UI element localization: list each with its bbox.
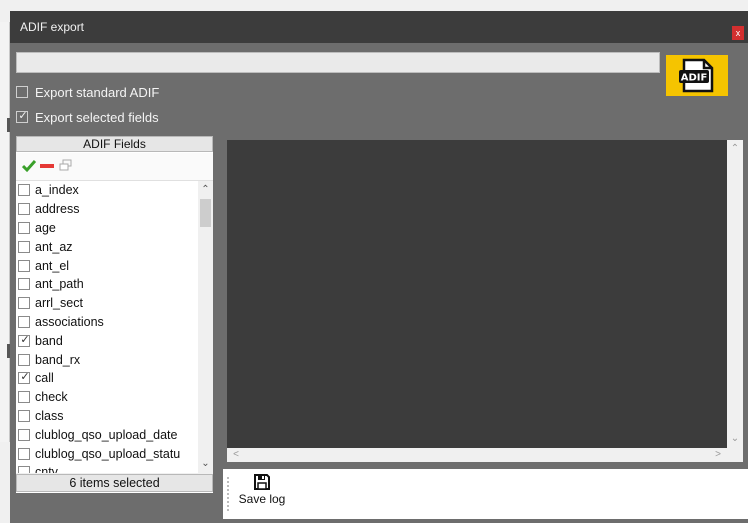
- scroll-thumb[interactable]: [200, 199, 211, 227]
- field-list-item[interactable]: ant_az: [16, 237, 198, 256]
- fields-header: ADIF Fields: [16, 136, 213, 152]
- field-checkbox[interactable]: [18, 447, 30, 460]
- field-checkbox[interactable]: ✓: [18, 371, 30, 385]
- field-checkbox[interactable]: [18, 391, 30, 404]
- window-title: ADIF export: [20, 20, 85, 34]
- fields-list[interactable]: a_indexaddress age ant_az ant_el ant_patharr…: [16, 181, 198, 473]
- field-list-item[interactable]: ✓ band: [16, 331, 198, 350]
- field-list-item[interactable]: age: [16, 219, 198, 238]
- preview-horizontal-scrollbar[interactable]: < >: [227, 448, 727, 462]
- background-window-edge: [0, 22, 10, 442]
- bottom-toolbar: Save log: [223, 469, 748, 519]
- preview-vertical-scrollbar[interactable]: ⌃ ⌄: [727, 140, 743, 462]
- scroll-up-arrow-icon[interactable]: ⌃: [198, 183, 213, 197]
- adif-export-dialog: ADIF export x ADIF Export standard ADIF …: [10, 11, 748, 523]
- save-log-button[interactable]: Save log: [233, 473, 291, 513]
- fields-vertical-scrollbar[interactable]: ⌃ ⌄: [198, 181, 213, 473]
- selection-status: 6 items selected: [16, 474, 213, 492]
- scroll-down-arrow-icon[interactable]: ⌄: [198, 457, 213, 471]
- fields-toolbar: [16, 153, 213, 181]
- field-list-item[interactable]: ✓ call: [16, 369, 198, 388]
- export-standard-label: Export standard ADIF: [35, 84, 160, 100]
- check-all-icon[interactable]: [22, 159, 36, 173]
- field-list-item[interactable]: check: [16, 388, 198, 407]
- scroll-right-arrow-icon[interactable]: >: [711, 448, 725, 462]
- export-preview-area[interactable]: ⌃ ⌄ < >: [227, 140, 743, 462]
- field-list-item[interactable]: associations: [16, 313, 198, 332]
- field-checkbox[interactable]: [18, 353, 30, 366]
- field-checkbox[interactable]: [18, 278, 30, 291]
- floppy-disk-icon: [254, 474, 270, 490]
- field-label: check: [35, 390, 68, 405]
- field-list-item[interactable]: clublog_qso_upload_statu: [16, 444, 198, 463]
- field-label: clublog_qso_upload_date: [35, 427, 178, 442]
- field-checkbox[interactable]: ✓: [18, 334, 30, 347]
- field-checkbox[interactable]: [18, 466, 30, 473]
- field-list-item[interactable]: band_rx: [16, 350, 198, 369]
- field-label: ant_el: [35, 258, 70, 273]
- field-list-item[interactable]: clublog_qso_upload_date: [16, 425, 198, 444]
- field-list-item[interactable]: cnty: [16, 463, 198, 473]
- field-label: age: [35, 220, 56, 235]
- field-checkbox[interactable]: [18, 184, 30, 197]
- field-label: call: [35, 371, 54, 386]
- field-checkbox[interactable]: [18, 203, 30, 216]
- field-label: a_index: [35, 183, 79, 198]
- field-checkbox[interactable]: [18, 259, 30, 272]
- adif-file-icon: ADIF: [679, 58, 714, 93]
- field-list-item[interactable]: a_index: [16, 181, 198, 200]
- field-list-item[interactable]: ant_path: [16, 275, 198, 294]
- field-checkbox[interactable]: [18, 240, 30, 253]
- svg-text:ADIF: ADIF: [681, 73, 708, 84]
- export-selected-label: Export selected fields: [35, 109, 159, 125]
- field-label: band_rx: [35, 352, 81, 367]
- toolbar-grip[interactable]: [227, 477, 230, 511]
- adif-fields-panel: ADIF Fields a_indexaddress age ant_az ant_e…: [16, 136, 213, 493]
- field-checkbox[interactable]: [18, 409, 30, 422]
- field-label: clublog_qso_upload_statu: [35, 446, 181, 461]
- field-label: class: [35, 408, 64, 423]
- uncheck-all-icon[interactable]: [40, 164, 54, 169]
- field-label: arrl_sect: [35, 296, 83, 311]
- field-label: ant_path: [35, 277, 84, 292]
- export-progress-bar: [16, 52, 660, 73]
- export-selected-option[interactable]: ✓ Export selected fields: [16, 108, 159, 126]
- scroll-down-arrow-icon[interactable]: ⌄: [727, 432, 743, 446]
- field-label: ant_az: [35, 239, 73, 254]
- copy-icon[interactable]: [59, 159, 72, 172]
- field-label: band: [35, 333, 63, 348]
- field-list-item[interactable]: address: [16, 200, 198, 219]
- export-standard-option[interactable]: Export standard ADIF: [16, 83, 159, 101]
- adif-logo: ADIF: [666, 55, 728, 96]
- title-bar[interactable]: ADIF export x: [10, 11, 748, 43]
- field-checkbox[interactable]: [18, 315, 30, 328]
- field-list-item[interactable]: arrl_sect: [16, 294, 198, 313]
- field-checkbox[interactable]: [18, 221, 30, 234]
- close-button[interactable]: x: [732, 26, 744, 40]
- save-log-label: Save log: [238, 492, 286, 506]
- field-checkbox[interactable]: [18, 297, 30, 310]
- scroll-left-arrow-icon[interactable]: <: [229, 448, 243, 462]
- field-checkbox[interactable]: [18, 428, 30, 441]
- field-list-item[interactable]: class: [16, 407, 198, 426]
- field-list-item[interactable]: ant_el: [16, 256, 198, 275]
- field-label: address: [35, 202, 80, 217]
- export-selected-checkbox[interactable]: ✓: [16, 110, 28, 123]
- export-standard-checkbox[interactable]: [16, 86, 28, 98]
- field-label: cnty: [35, 465, 58, 473]
- field-label: associations: [35, 314, 104, 329]
- scroll-up-arrow-icon[interactable]: ⌃: [727, 142, 743, 156]
